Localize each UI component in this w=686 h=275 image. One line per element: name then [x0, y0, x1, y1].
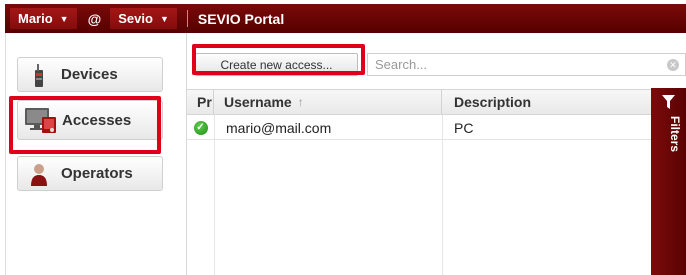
sidebar-item-operators[interactable]: Operators	[17, 156, 163, 191]
create-access-button[interactable]: Create new access...	[195, 53, 358, 76]
sort-ascending-icon: ↑	[297, 95, 304, 109]
search-placeholder: Search...	[375, 57, 428, 72]
device-icon	[26, 62, 52, 88]
column-header-label: Pr	[197, 94, 212, 110]
column-header-description[interactable]: Description	[442, 90, 651, 114]
column-header-label: Description	[454, 94, 532, 110]
top-bar: Mario ▼ @ Sevio ▼ SEVIO Portal	[5, 4, 686, 33]
divider	[186, 10, 188, 27]
chevron-down-icon: ▼	[59, 13, 69, 24]
sidebar-item-label: Accesses	[62, 111, 132, 129]
table-row[interactable]: ✓ mario@mail.com PC	[187, 116, 651, 140]
column-header-pr[interactable]: Pr	[187, 90, 214, 114]
check-circle-icon: ✓	[193, 120, 208, 135]
toolbar: Create new access... Search... ✕	[187, 33, 686, 86]
clear-search-icon[interactable]: ✕	[667, 59, 679, 71]
accesses-icon	[24, 105, 58, 135]
sidebar-item-devices[interactable]: Devices	[17, 57, 163, 92]
company-dropdown[interactable]: Sevio ▼	[110, 8, 177, 29]
sidebar-item-label: Devices	[61, 66, 118, 83]
search-field[interactable]: Search... ✕	[367, 53, 686, 76]
filters-label: Filters	[668, 116, 682, 153]
operator-icon	[26, 161, 52, 187]
column-header-label: Username	[224, 94, 292, 110]
filters-panel[interactable]: Filters	[651, 88, 686, 275]
sidebar: Devices Accesses Operators	[5, 33, 187, 275]
main-panel: Create new access... Search... ✕ Pr User…	[187, 33, 686, 275]
user-dropdown[interactable]: Mario ▼	[10, 8, 77, 29]
column-header-username[interactable]: Username ↑	[214, 90, 442, 114]
portal-title: SEVIO Portal	[197, 10, 285, 27]
table-header: Pr Username ↑ Description	[187, 89, 651, 115]
sidebar-item-accesses[interactable]: Accesses	[17, 100, 163, 140]
username-cell: mario@mail.com	[226, 119, 332, 136]
user-label: Mario	[18, 11, 53, 26]
sidebar-item-label: Operators	[61, 165, 133, 182]
filter-funnel-icon	[662, 95, 675, 109]
status-cell: ✓	[187, 116, 214, 139]
at-symbol: @	[87, 10, 102, 27]
company-label: Sevio	[118, 11, 153, 26]
description-cell: PC	[454, 119, 474, 136]
chevron-down-icon: ▼	[159, 13, 169, 24]
